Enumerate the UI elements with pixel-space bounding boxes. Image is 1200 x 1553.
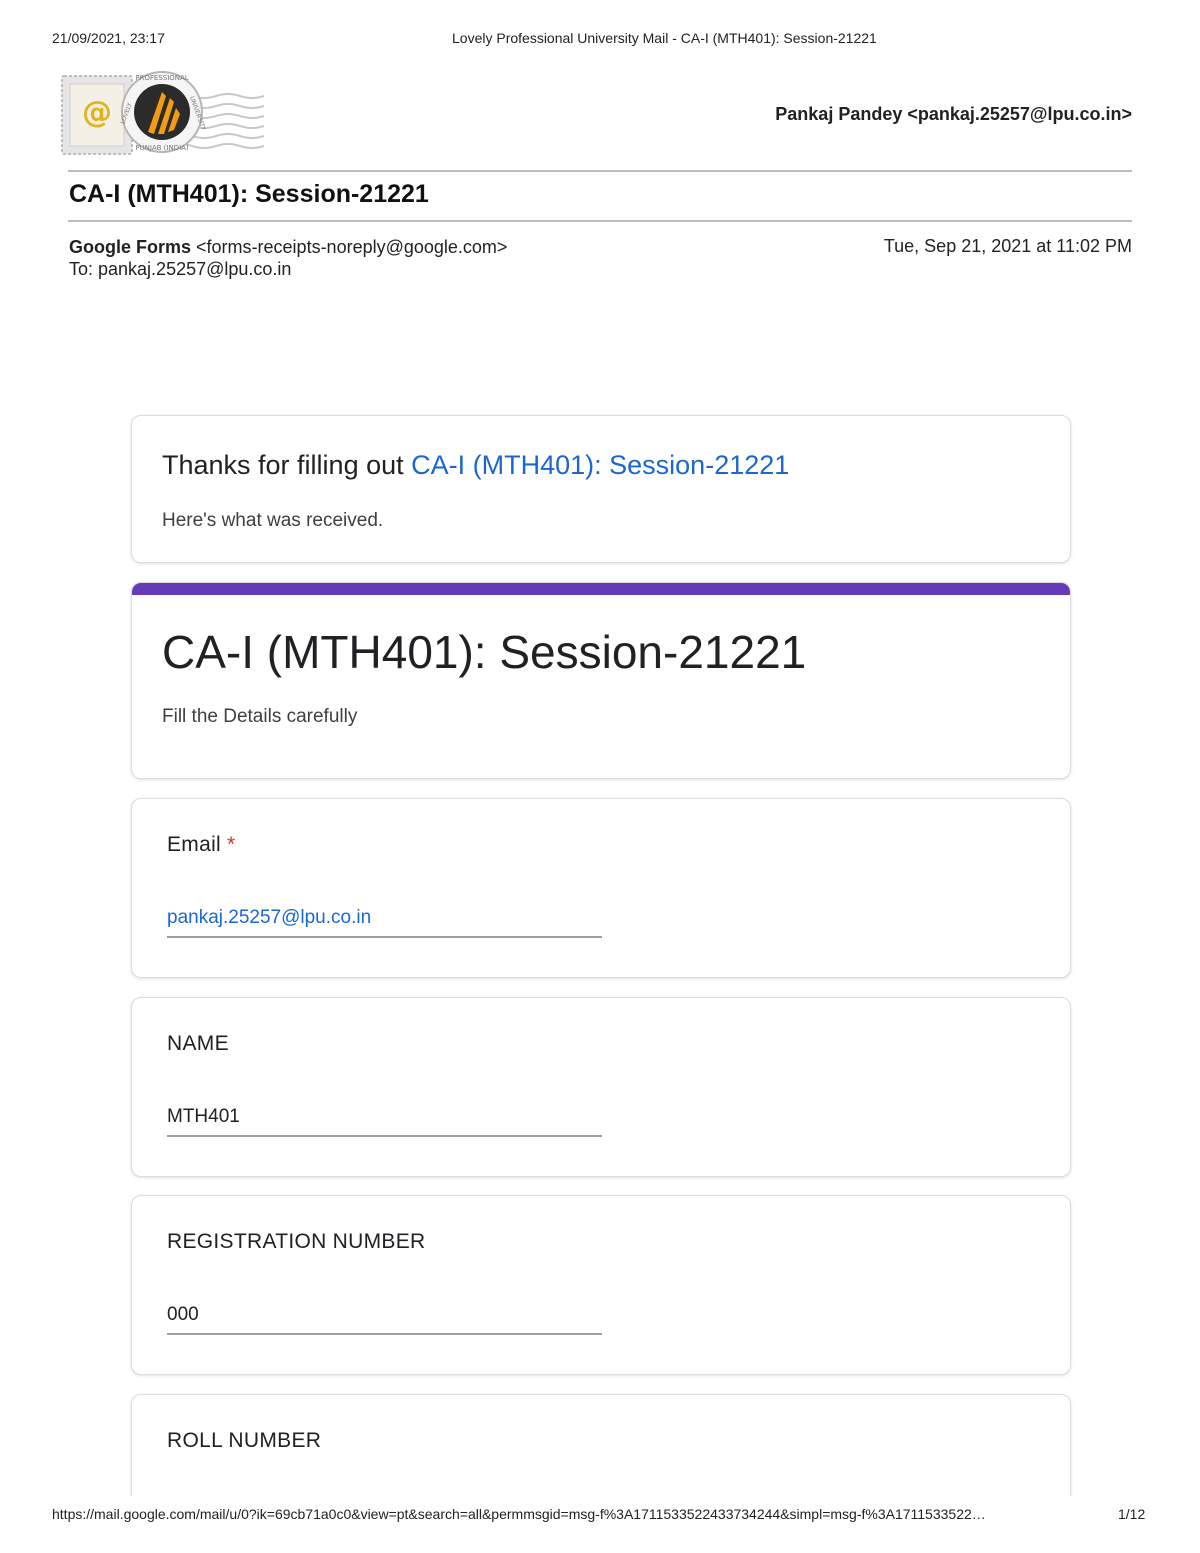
print-page-title: Lovely Professional University Mail - CA…	[452, 30, 877, 46]
email-sender: Google Forms <forms-receipts-noreply@goo…	[69, 236, 507, 280]
form-title: CA-I (MTH401): Session-21221	[162, 626, 807, 678]
email-answer[interactable]: pankaj.25257@lpu.co.in	[167, 907, 602, 938]
print-page-number: 1/12	[1118, 1506, 1146, 1522]
question-label: Email *	[167, 833, 236, 857]
question-card-email: Email * pankaj.25257@lpu.co.in	[131, 798, 1071, 978]
question-card-name: NAME MTH401	[131, 997, 1071, 1177]
account-name: Pankaj Pandey <pankaj.25257@lpu.co.in>	[775, 104, 1132, 124]
question-label: ROLL NUMBER	[167, 1429, 322, 1452]
thanks-prefix: Thanks for filling out	[162, 450, 412, 480]
logo-ring-text-top: PROFESSIONAL	[135, 74, 189, 82]
email-subject: CA-I (MTH401): Session-21221	[69, 180, 429, 208]
required-mark: *	[227, 833, 236, 856]
question-label: NAME	[167, 1032, 229, 1055]
question-card-registration: REGISTRATION NUMBER 000	[131, 1195, 1071, 1375]
svg-text:@: @	[82, 95, 112, 130]
thanks-heading: Thanks for filling out CA-I (MTH401): Se…	[162, 450, 789, 481]
recipient: To: pankaj.25257@lpu.co.in	[69, 259, 292, 279]
received-note: Here's what was received.	[162, 510, 384, 531]
print-datetime: 21/09/2021, 23:17	[52, 30, 165, 46]
form-description: Fill the Details carefully	[162, 706, 358, 727]
form-link[interactable]: CA-I (MTH401): Session-21221	[411, 450, 789, 480]
question-label: REGISTRATION NUMBER	[167, 1230, 426, 1253]
registration-answer: 000	[167, 1304, 602, 1335]
sender-name: Google Forms	[69, 237, 192, 257]
sender-address: <forms-receipts-noreply@google.com>	[196, 237, 508, 257]
email-label: Email	[167, 833, 222, 856]
form-header-card: CA-I (MTH401): Session-21221 Fill the De…	[131, 582, 1071, 779]
form-accent-bar	[132, 583, 1070, 595]
print-url: https://mail.google.com/mail/u/0?ik=69cb…	[52, 1506, 986, 1522]
lpu-logo: @ PROFESSIONAL PUNJAB (INDIA) LOVELY UNI…	[58, 68, 268, 160]
print-footer-bg	[0, 1496, 1200, 1553]
thanks-card: Thanks for filling out CA-I (MTH401): Se…	[131, 415, 1071, 563]
subject-divider	[68, 220, 1132, 222]
logo-ring-text-bottom: PUNJAB (INDIA)	[135, 144, 189, 152]
name-answer: MTH401	[167, 1106, 602, 1137]
header-divider	[68, 170, 1132, 172]
email-date: Tue, Sep 21, 2021 at 11:02 PM	[883, 236, 1132, 256]
